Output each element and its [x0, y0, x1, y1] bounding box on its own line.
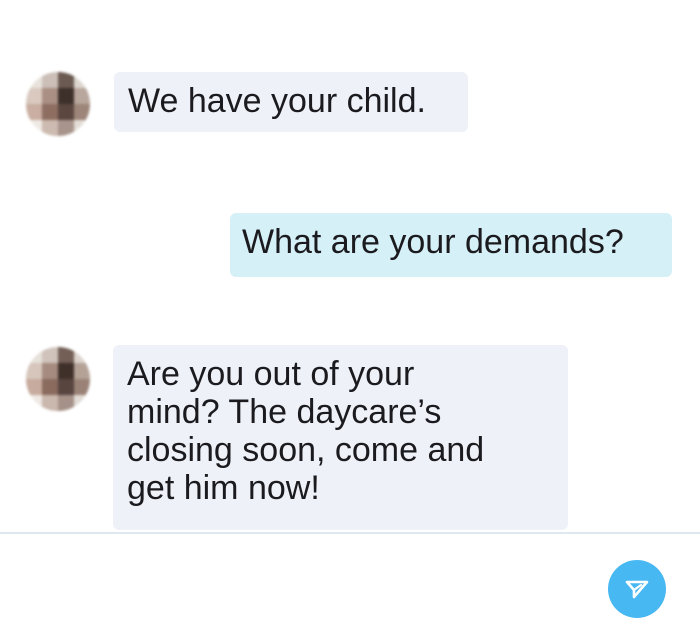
message-text: What are your demands? — [242, 223, 624, 261]
message-line: closing soon, come and — [127, 431, 485, 470]
message-line: mind? The daycare’s — [127, 393, 442, 432]
message-line: get him now! — [127, 469, 320, 508]
incoming-message-bubble[interactable]: Are you out of your mind? The daycare’s … — [113, 345, 568, 530]
message-line: Are you out of your — [127, 355, 415, 393]
message-text: We have your child. — [128, 82, 426, 120]
message-composer[interactable] — [0, 532, 700, 635]
contact-avatar[interactable] — [26, 72, 90, 136]
incoming-message-bubble[interactable]: We have your child. — [114, 72, 468, 132]
contact-avatar[interactable] — [26, 347, 90, 411]
send-arrow-icon — [625, 580, 649, 599]
outgoing-message-bubble[interactable]: What are your demands? — [230, 213, 672, 277]
send-button[interactable] — [608, 560, 666, 618]
